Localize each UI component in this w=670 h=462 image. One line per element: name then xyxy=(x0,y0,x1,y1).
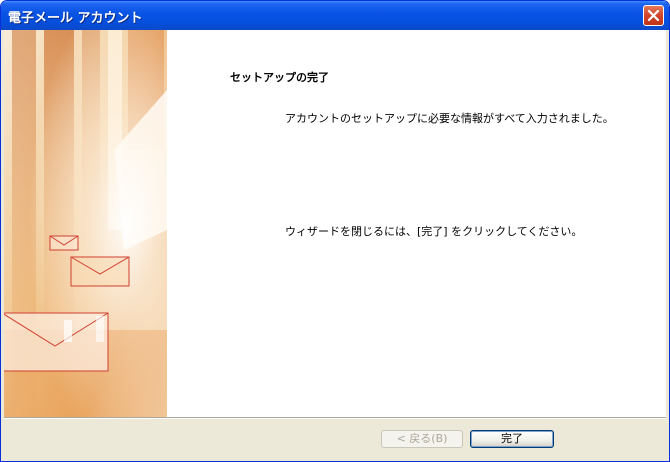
title-bar[interactable]: 電子メール アカウント xyxy=(1,1,669,30)
window-title: 電子メール アカウント xyxy=(8,11,143,26)
envelope-illustration-icon xyxy=(4,30,167,417)
content-panel: セットアップの完了 アカウントのセットアップに必要な情報がすべて入力されました。… xyxy=(167,30,666,417)
finish-button[interactable]: 完了 xyxy=(470,430,554,448)
footer-separator xyxy=(4,417,666,419)
page-heading: セットアップの完了 xyxy=(230,71,329,84)
close-x-icon xyxy=(647,9,660,22)
side-art-panel xyxy=(4,30,167,417)
instruction-message: ウィザードを閉じるには、[完了] をクリックしてください。 xyxy=(285,225,583,238)
back-button[interactable]: < 戻る(B) xyxy=(381,430,463,448)
dialog-window: 電子メール アカウント セットアップの完了 アカウントのセットアップに必要な情報… xyxy=(0,0,670,462)
info-message: アカウントのセットアップに必要な情報がすべて入力されました。 xyxy=(285,112,614,125)
wizard-client-area: セットアップの完了 アカウントのセットアップに必要な情報がすべて入力されました。… xyxy=(4,30,666,460)
close-button[interactable] xyxy=(643,5,664,26)
